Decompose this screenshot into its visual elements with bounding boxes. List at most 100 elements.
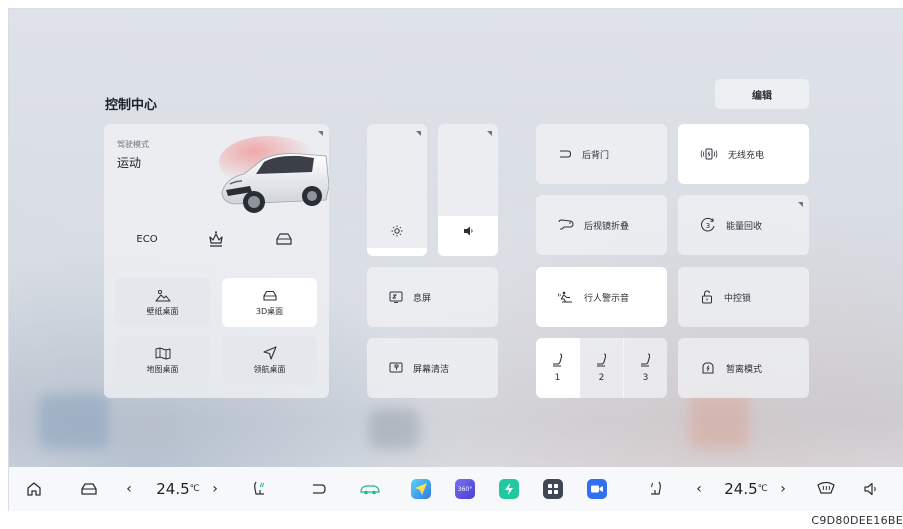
wallpaper-desktop-label: 壁纸桌面 bbox=[146, 306, 179, 316]
left-temp-decrease-button[interactable]: ‹ bbox=[122, 477, 136, 501]
volume-dock-icon[interactable] bbox=[859, 477, 883, 501]
volume-slider[interactable] bbox=[438, 124, 498, 256]
brightness-icon-wrap bbox=[367, 225, 427, 237]
brightness-fill bbox=[367, 248, 427, 256]
app-grid-icon[interactable] bbox=[541, 477, 565, 501]
right-temp-value: 24.5 bbox=[724, 480, 758, 498]
mirror-fold-label: 后视镜折叠 bbox=[584, 221, 630, 232]
screen-clean-button[interactable]: 屏幕清洁 bbox=[367, 338, 498, 398]
seat-icon bbox=[596, 353, 606, 367]
tailgate-label: 后背门 bbox=[582, 150, 610, 161]
passenger-seat-heat-icon[interactable] bbox=[644, 477, 668, 501]
mode-sport-crown-icon[interactable] bbox=[204, 227, 228, 251]
navigation-app-icon[interactable] bbox=[409, 477, 433, 501]
360-camera-app-icon[interactable]: 360° bbox=[453, 477, 477, 501]
pedestrian-alert-icon bbox=[558, 291, 572, 303]
car-outline-icon bbox=[276, 233, 292, 245]
energy-level-text: 3 bbox=[706, 222, 710, 230]
tailgate-button[interactable]: 后背门 bbox=[536, 124, 667, 184]
wireless-charging-label: 无线充电 bbox=[728, 150, 765, 161]
landscape-icon bbox=[155, 289, 170, 301]
away-mode-button[interactable]: 暂离模式 bbox=[678, 338, 809, 398]
tailgate-dock-icon[interactable] bbox=[307, 477, 331, 501]
home-icon[interactable] bbox=[22, 477, 46, 501]
brightness-slider[interactable] bbox=[367, 124, 427, 256]
background-blur bbox=[369, 409, 419, 449]
lock-icon bbox=[702, 290, 712, 304]
pedestrian-alert-button[interactable]: 行人警示音 bbox=[536, 267, 667, 327]
pedestrian-alert-label: 行人警示音 bbox=[584, 293, 630, 304]
right-temp-increase-button[interactable]: › bbox=[776, 477, 790, 501]
map-icon bbox=[155, 347, 170, 359]
tailgate-icon bbox=[560, 150, 572, 158]
bottom-dock: ‹ 24.5 ℃ › 360° ‹ 24.5 ℃ › bbox=[9, 467, 903, 511]
screen-clean-icon bbox=[389, 362, 403, 373]
mirror-icon bbox=[558, 219, 574, 230]
brightness-icon bbox=[391, 225, 403, 237]
control-center-screen: 控制中心 编辑 驾驶模式 运动 ECO 壁纸桌面 3D桌面 地图桌面 领航桌面 … bbox=[8, 8, 903, 511]
video-app-icon[interactable] bbox=[585, 477, 609, 501]
seat-memory-number: 3 bbox=[642, 373, 649, 383]
background-blur bbox=[39, 394, 109, 449]
wireless-charging-icon bbox=[700, 148, 718, 160]
map-desktop-label: 地图桌面 bbox=[146, 364, 179, 374]
vehicle-icon[interactable] bbox=[77, 477, 101, 501]
car-outline-icon bbox=[262, 290, 277, 301]
energy-recovery-label: 能量回收 bbox=[726, 221, 763, 232]
seat-icon bbox=[640, 353, 650, 367]
defrost-icon[interactable] bbox=[813, 477, 839, 501]
background-blur bbox=[689, 394, 749, 449]
map-desktop-button[interactable]: 地图桌面 bbox=[115, 336, 210, 385]
temp-unit: ℃ bbox=[189, 484, 200, 494]
crown-icon bbox=[209, 231, 223, 247]
navigation-desktop-label: 领航桌面 bbox=[253, 365, 286, 374]
page-title: 控制中心 bbox=[105, 98, 158, 113]
drive-mode-value: 运动 bbox=[117, 156, 142, 170]
seat-icon bbox=[552, 353, 562, 367]
speaker-icon bbox=[464, 226, 473, 236]
expand-corner-icon[interactable] bbox=[487, 131, 492, 136]
away-mode-label: 暂离模式 bbox=[726, 364, 763, 375]
drive-mode-panel[interactable]: 驾驶模式 运动 ECO 壁纸桌面 3D桌面 地图桌面 领航桌面 bbox=[104, 124, 329, 398]
screen-off-label: 息屏 bbox=[413, 293, 432, 304]
energy-car-icon[interactable] bbox=[357, 477, 383, 501]
screen-off-button[interactable]: 息屏 bbox=[367, 267, 498, 327]
screen-clean-label: 屏幕清洁 bbox=[413, 364, 450, 375]
left-temp-value: 24.5 bbox=[156, 480, 190, 498]
wallpaper-desktop-button[interactable]: 壁纸桌面 bbox=[115, 278, 210, 327]
right-temp-display: 24.5 ℃ bbox=[715, 477, 777, 501]
3d-desktop-button[interactable]: 3D桌面 bbox=[222, 278, 317, 327]
background-blur bbox=[119, 404, 179, 449]
car-image bbox=[219, 136, 329, 213]
mode-eco[interactable]: ECO bbox=[127, 227, 167, 251]
navigation-desktop-button[interactable]: 领航桌面 bbox=[222, 336, 317, 385]
3d-desktop-label: 3D桌面 bbox=[255, 306, 284, 316]
expand-corner-icon[interactable] bbox=[416, 131, 421, 136]
seat-memory-2[interactable]: 2 bbox=[580, 338, 624, 398]
edit-button[interactable]: 编辑 bbox=[715, 79, 809, 109]
seat-heat-icon[interactable] bbox=[247, 477, 271, 501]
right-temp-decrease-button[interactable]: ‹ bbox=[692, 477, 706, 501]
expand-corner-icon[interactable] bbox=[798, 202, 803, 207]
drive-mode-label: 驾驶模式 bbox=[117, 140, 149, 149]
center-lock-button[interactable]: 中控锁 bbox=[678, 267, 809, 327]
mode-comfort-car-icon[interactable] bbox=[272, 227, 296, 251]
seat-memory-number: 2 bbox=[598, 373, 605, 383]
serial-number: C9D80DEE16BE bbox=[811, 514, 903, 527]
navigation-arrow-icon bbox=[262, 346, 277, 360]
energy-recovery-icon: 3 bbox=[701, 217, 715, 232]
left-temp-display: 24.5 ℃ bbox=[147, 477, 209, 501]
screen-off-icon bbox=[389, 291, 403, 303]
seat-memory-group: 1 2 3 bbox=[536, 338, 667, 398]
center-lock-label: 中控锁 bbox=[724, 293, 752, 304]
mirror-fold-button[interactable]: 后视镜折叠 bbox=[536, 195, 667, 255]
seat-memory-number: 1 bbox=[554, 373, 561, 383]
seat-memory-1[interactable]: 1 bbox=[536, 338, 580, 398]
away-mode-icon bbox=[702, 362, 714, 374]
seat-memory-3[interactable]: 3 bbox=[624, 338, 667, 398]
temp-unit: ℃ bbox=[757, 484, 768, 494]
energy-recovery-button[interactable]: 3 能量回收 bbox=[678, 195, 809, 255]
wireless-charging-button[interactable]: 无线充电 bbox=[678, 124, 809, 184]
charging-app-icon[interactable] bbox=[497, 477, 521, 501]
left-temp-increase-button[interactable]: › bbox=[208, 477, 222, 501]
